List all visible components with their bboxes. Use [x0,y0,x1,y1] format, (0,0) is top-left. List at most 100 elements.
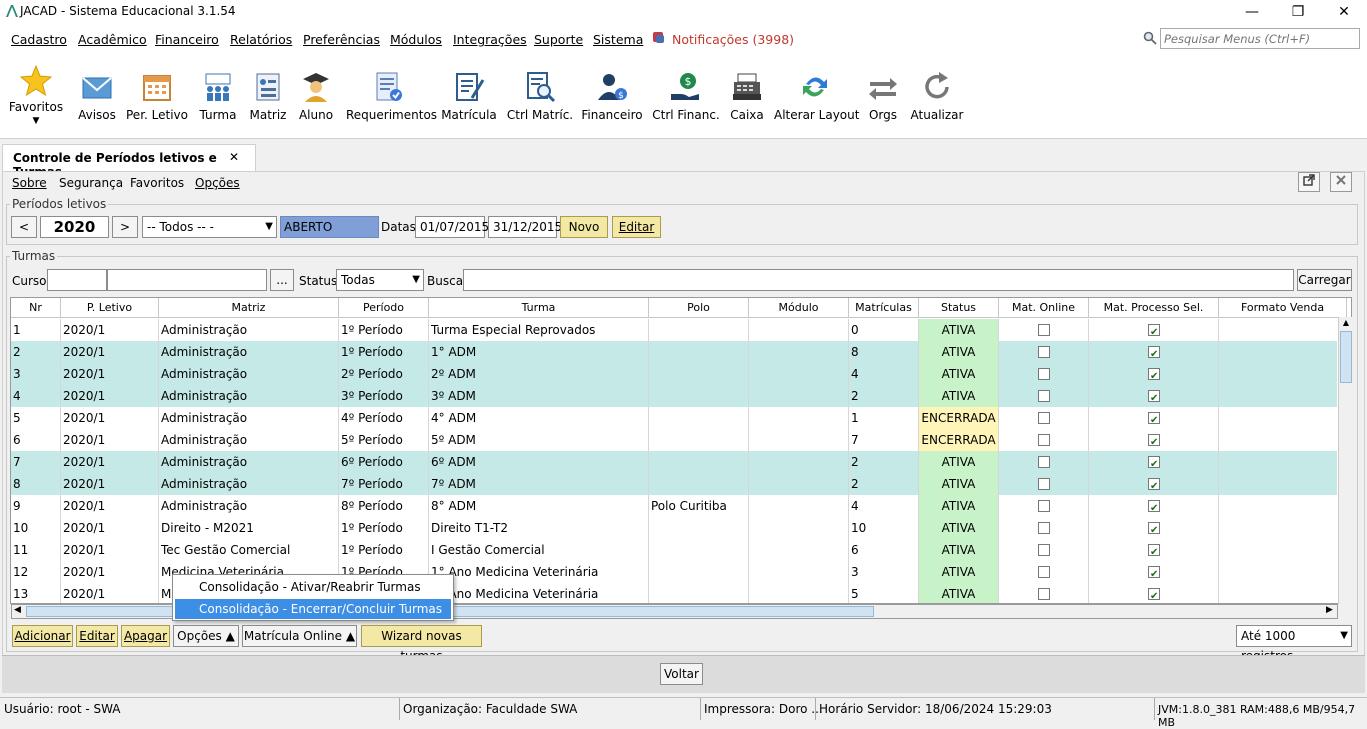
column-header[interactable]: Status [919,298,999,318]
table-row[interactable]: 10 2020/1 Direito - M2021 1º Período Direito… [11,517,1347,539]
table-row[interactable]: 7 2020/1 Administração 6º Período 6º ADM 2 ATI… [11,451,1347,473]
menu-financeiro[interactable]: Financeiro [155,32,219,47]
menu-item-ativar-reabrir[interactable]: Consolidação - Ativar/Reabrir Turmas [175,577,451,597]
mat-online-checkbox[interactable] [1038,368,1050,380]
mat-processo-checkbox[interactable] [1148,366,1160,385]
table-row[interactable]: 4 2020/1 Administração 3º Período 3º ADM 2 ATI… [11,385,1347,407]
toolbar-aluno-button[interactable]: Aluno [294,60,338,132]
column-header[interactable]: Matriz [159,298,339,318]
voltar-button[interactable]: Voltar [660,663,703,685]
table-row[interactable]: 5 2020/1 Administração 4º Período 4° ADM 1 ENC… [11,407,1347,429]
next-year-button[interactable]: > [112,216,138,238]
submenu-sobre[interactable]: Sobre [12,176,47,190]
menu-academico[interactable]: Acadêmico [78,32,147,47]
table-row[interactable]: 2 2020/1 Administração 1º Período 1° ADM 8 ATI… [11,341,1347,363]
table-row[interactable]: 1 2020/1 Administração 1º Período Turma Espe… [11,319,1347,341]
toolbar-alterar-layout-button[interactable]: Alterar Layout [774,60,859,132]
mat-online-checkbox[interactable] [1038,390,1050,402]
status-combo[interactable]: Todas ▼ [336,269,424,291]
curso-lookup-button[interactable]: ... [270,269,294,291]
toolbar-requerimentos-button[interactable]: Requerimentos [346,60,437,132]
mat-processo-checkbox[interactable] [1148,586,1160,603]
vertical-scroll-thumb[interactable] [1340,331,1352,383]
registros-combo[interactable]: Até 1000 registros▼ [1236,625,1352,663]
tab-controle-periodos[interactable]: Controle de Períodos letivos e Turmas [2,144,256,179]
column-header[interactable]: Módulo [749,298,849,318]
table-row[interactable]: 9 2020/1 Administração 8º Período 8° ADM Polo… [11,495,1347,517]
year-field[interactable]: 2020 [40,216,109,238]
busca-input[interactable] [463,269,1294,291]
column-header[interactable]: Formato Venda [1219,298,1347,318]
date-end-field[interactable]: 31/12/2015 [488,216,562,238]
table-row[interactable]: 8 2020/1 Administração 7º Período 7º ADM 2 ATI… [11,473,1347,495]
toolbar-matriz-button[interactable]: Matriz [246,60,290,132]
curso-name-field[interactable] [107,269,267,291]
mat-processo-checkbox[interactable] [1148,564,1160,583]
table-row[interactable]: 3 2020/1 Administração 2º Período 2º ADM 4 ATI… [11,363,1347,385]
periodo-combo[interactable]: -- Todos -- - ▼ [142,216,277,238]
menu-cadastro[interactable]: Cadastro [11,32,67,47]
mat-processo-checkbox[interactable] [1148,476,1160,495]
carregar-button[interactable]: Carregar [1297,269,1352,291]
scroll-up-icon[interactable]: ▲ [1340,318,1352,330]
toolbar-ctrl-financ-button[interactable]: $ Ctrl Financ. [652,60,720,132]
submenu-seguranca[interactable]: Segurança [59,176,123,190]
apagar-button[interactable]: Apagar [121,625,170,647]
table-row[interactable]: 11 2020/1 Tec Gestão Comercial 1º Período I … [11,539,1347,561]
mat-processo-checkbox[interactable] [1148,388,1160,407]
column-header[interactable]: P. Letivo [61,298,159,318]
toolbar-atualizar-button[interactable]: Atualizar [910,60,964,132]
close-tab-icon[interactable]: ✕ [229,150,239,164]
toolbar-avisos-button[interactable]: Avisos [74,60,120,132]
prev-year-button[interactable]: < [11,216,37,238]
mat-processo-checkbox[interactable] [1148,344,1160,363]
editar-button[interactable]: Editar [76,625,118,647]
table-row[interactable]: 6 2020/1 Administração 5º Período 5º ADM 7 ENC… [11,429,1347,451]
column-header[interactable]: Período [339,298,429,318]
mat-online-checkbox[interactable] [1038,456,1050,468]
mat-online-checkbox[interactable] [1038,544,1050,556]
menu-relatorios[interactable]: Relatórios [230,32,292,47]
column-header[interactable]: Mat. Processo Sel. [1089,298,1219,318]
toolbar-caixa-button[interactable]: Caixa [726,60,768,132]
notifications-link[interactable]: Notificações (3998) [672,32,794,47]
mat-processo-checkbox[interactable] [1148,410,1160,429]
mat-processo-checkbox[interactable] [1148,454,1160,473]
mat-processo-checkbox[interactable] [1148,520,1160,539]
column-header[interactable]: Mat. Online [999,298,1089,318]
minimize-button[interactable]: — [1229,0,1275,24]
wizard-novas-turmas-button[interactable]: Wizard novas turmas [361,625,482,663]
mat-online-checkbox[interactable] [1038,588,1050,600]
submenu-favoritos[interactable]: Favoritos [130,176,184,190]
mat-processo-checkbox[interactable] [1148,542,1160,561]
mat-processo-checkbox[interactable] [1148,432,1160,451]
menu-item-encerrar-concluir[interactable]: Consolidação - Encerrar/Concluir Turmas [175,599,451,619]
scroll-left-icon[interactable]: ◀ [14,605,21,615]
menu-suporte[interactable]: Suporte [534,32,583,47]
submenu-opcoes[interactable]: Opções [195,176,240,190]
novo-button[interactable]: Novo [560,216,608,238]
column-header[interactable]: Matrículas [849,298,919,318]
scroll-right-icon[interactable]: ▶ [1326,605,1333,615]
mat-online-checkbox[interactable] [1038,500,1050,512]
mat-online-checkbox[interactable] [1038,566,1050,578]
curso-code-field[interactable] [47,269,107,291]
menu-modulos[interactable]: Módulos [390,32,442,47]
editar-periodo-button[interactable]: Editar [612,216,661,238]
column-header[interactable]: Polo [649,298,749,318]
toolbar-favoritos-button[interactable]: Favoritos ▼ [6,60,66,132]
date-start-field[interactable]: 01/07/2015 [415,216,489,238]
column-header[interactable]: Nr [11,298,61,318]
menu-preferencias[interactable]: Preferências [303,32,380,47]
close-window-button[interactable]: ✕ [1321,0,1367,24]
vertical-scrollbar[interactable]: ▲ [1338,317,1352,604]
external-window-icon[interactable] [1298,172,1320,192]
toolbar-ctrl-matric-button[interactable]: Ctrl Matríc. [506,60,574,132]
menu-sistema[interactable]: Sistema [593,32,643,47]
mat-online-checkbox[interactable] [1038,346,1050,358]
mat-online-checkbox[interactable] [1038,324,1050,336]
mat-online-checkbox[interactable] [1038,434,1050,446]
mat-processo-checkbox[interactable] [1148,322,1160,341]
mat-online-checkbox[interactable] [1038,522,1050,534]
toolbar-financeiro-button[interactable]: $ Financeiro [580,60,644,132]
